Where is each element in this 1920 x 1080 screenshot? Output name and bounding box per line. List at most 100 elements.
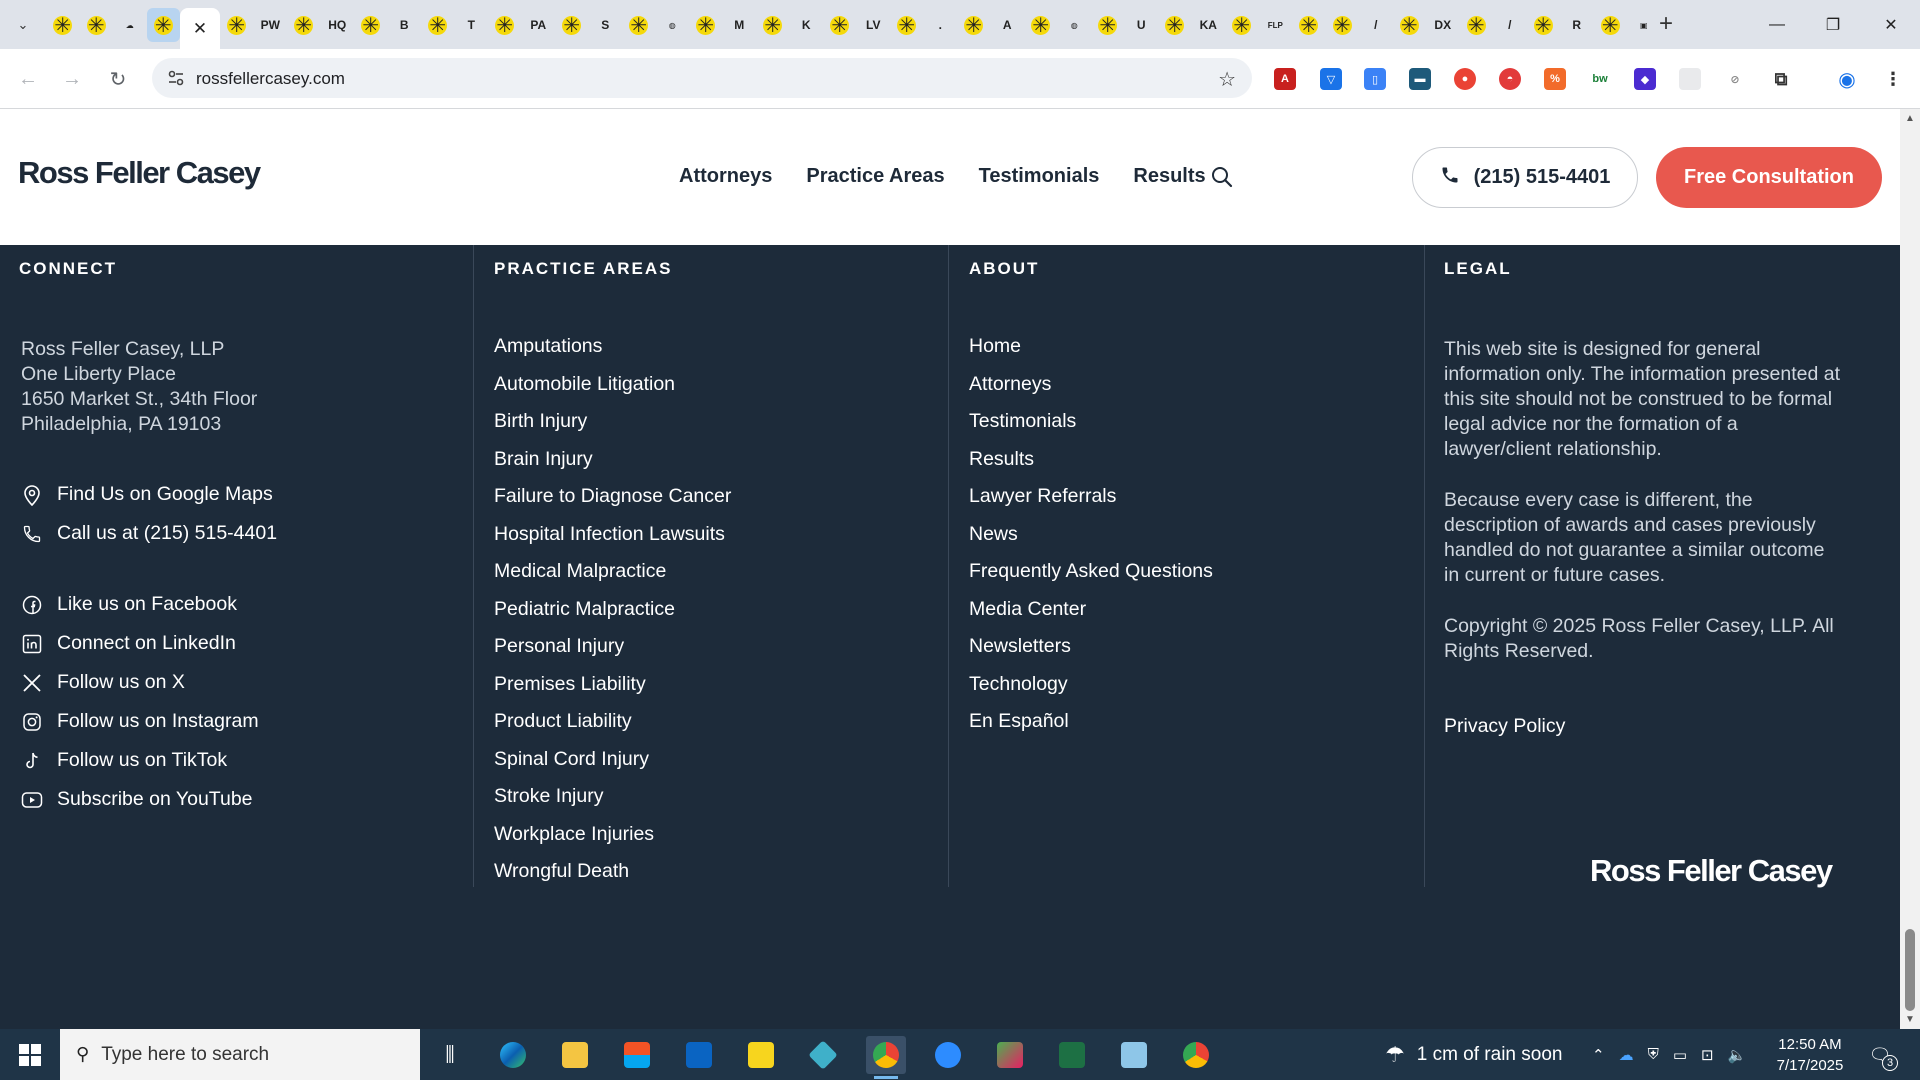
- browser-tab[interactable]: ✳: [488, 8, 522, 42]
- about-link[interactable]: Home: [969, 334, 1213, 372]
- practice-area-link[interactable]: Wrongful Death: [494, 859, 731, 897]
- microsoft-store-taskbar-icon[interactable]: [617, 1036, 657, 1074]
- practice-area-link[interactable]: Product Liability: [494, 709, 731, 747]
- browser-tab[interactable]: ✳: [1393, 8, 1427, 42]
- browser-tab[interactable]: A: [991, 8, 1025, 42]
- shield-extension-icon[interactable]: ▽: [1320, 68, 1342, 90]
- app-taskbar-icon[interactable]: [803, 1036, 843, 1074]
- tab-search-button[interactable]: ⌄: [10, 12, 36, 38]
- chevron-up-icon[interactable]: ⌃: [1592, 1046, 1605, 1064]
- task-view-button[interactable]: ⫼: [430, 1036, 470, 1074]
- browser-tab[interactable]: S: [589, 8, 623, 42]
- x-link[interactable]: Follow us on X: [21, 663, 259, 702]
- acrobat-extension-icon[interactable]: A: [1274, 68, 1296, 90]
- browser-tab[interactable]: ◍: [656, 8, 690, 42]
- about-link[interactable]: Results: [969, 447, 1213, 485]
- phone-button[interactable]: (215) 515-4401: [1412, 147, 1638, 208]
- scroll-thumb[interactable]: [1905, 929, 1915, 1011]
- browser-tab[interactable]: ◍: [1058, 8, 1092, 42]
- excel-taskbar-icon[interactable]: [1052, 1036, 1092, 1074]
- browser-tab[interactable]: ✳: [957, 8, 991, 42]
- about-link[interactable]: Newsletters: [969, 634, 1213, 672]
- browser-tab[interactable]: ✳: [220, 8, 254, 42]
- browser-tab[interactable]: ✳: [1225, 8, 1259, 42]
- browser-tab[interactable]: ✳: [1460, 8, 1494, 42]
- browser-tab[interactable]: ☁: [113, 8, 147, 42]
- browser-tab[interactable]: R: [1560, 8, 1594, 42]
- practice-area-link[interactable]: Pediatric Malpractice: [494, 597, 731, 635]
- browser-tab[interactable]: KA: [1192, 8, 1226, 42]
- browser-tab[interactable]: U: [1125, 8, 1159, 42]
- nav-practice-areas[interactable]: Practice Areas: [806, 165, 944, 188]
- scroll-down-arrow-icon[interactable]: ▼: [1900, 1014, 1920, 1025]
- url-text[interactable]: rossfellercasey.com: [196, 69, 345, 89]
- zoom-taskbar-icon[interactable]: [928, 1036, 968, 1074]
- minimize-button[interactable]: —: [1750, 0, 1804, 49]
- network-icon[interactable]: ⊡: [1701, 1046, 1714, 1064]
- browser-tab[interactable]: ✳: [146, 8, 180, 42]
- about-link[interactable]: Media Center: [969, 597, 1213, 635]
- about-link[interactable]: Frequently Asked Questions: [969, 559, 1213, 597]
- browser-tab[interactable]: ✳: [421, 8, 455, 42]
- tiktok-link[interactable]: Follow us on TikTok: [21, 741, 259, 780]
- browser-tab[interactable]: ✳: [80, 8, 114, 42]
- practice-area-link[interactable]: Workplace Injuries: [494, 822, 731, 860]
- diamond-extension-icon[interactable]: ◆: [1634, 68, 1656, 90]
- onedrive-cloud-icon[interactable]: ☁: [1619, 1046, 1634, 1064]
- taskbar-clock[interactable]: 12:50 AM 7/17/2025: [1775, 1034, 1845, 1076]
- color-picker-extension-icon[interactable]: ●: [1454, 68, 1476, 90]
- reload-button[interactable]: ↻: [104, 65, 132, 93]
- nav-testimonials[interactable]: Testimonials: [979, 165, 1100, 188]
- browser-tab[interactable]: HQ: [321, 8, 355, 42]
- search-icon[interactable]: [1210, 165, 1234, 189]
- browser-tab[interactable]: FLP: [1259, 8, 1293, 42]
- browser-tab[interactable]: B: [388, 8, 422, 42]
- browser-tab[interactable]: ✕: [180, 8, 220, 49]
- browser-tab[interactable]: PA: [522, 8, 556, 42]
- weather-widget[interactable]: ☂ 1 cm of rain soon: [1385, 1029, 1562, 1080]
- new-tab-button[interactable]: +: [1652, 10, 1680, 38]
- about-link[interactable]: Testimonials: [969, 409, 1213, 447]
- scroll-up-arrow-icon[interactable]: ▲: [1900, 113, 1920, 124]
- browser-tab[interactable]: K: [790, 8, 824, 42]
- practice-area-link[interactable]: Failure to Diagnose Cancer: [494, 484, 731, 522]
- battery-icon[interactable]: ▭: [1673, 1046, 1687, 1064]
- document-extension-icon[interactable]: ▯: [1364, 68, 1386, 90]
- about-link[interactable]: News: [969, 522, 1213, 560]
- about-link[interactable]: Lawyer Referrals: [969, 484, 1213, 522]
- pokeball-extension-icon[interactable]: ◓: [1499, 68, 1521, 90]
- about-link[interactable]: Technology: [969, 672, 1213, 710]
- browser-tab[interactable]: ✳: [756, 8, 790, 42]
- file-explorer-taskbar-icon[interactable]: [555, 1036, 595, 1074]
- about-link[interactable]: En Español: [969, 709, 1213, 747]
- close-window-button[interactable]: ✕: [1864, 0, 1918, 49]
- privacy-policy-link[interactable]: Privacy Policy: [1444, 715, 1565, 738]
- pen-app-taskbar-icon[interactable]: [990, 1036, 1030, 1074]
- practice-area-link[interactable]: Personal Injury: [494, 634, 731, 672]
- puzzle-extensions-icon[interactable]: ⧉: [1770, 68, 1792, 90]
- edge-taskbar-icon[interactable]: [493, 1036, 533, 1074]
- linkedin-link[interactable]: Connect on LinkedIn: [21, 624, 259, 663]
- browser-tab[interactable]: ✳: [1091, 8, 1125, 42]
- browser-tab[interactable]: ✳: [287, 8, 321, 42]
- bookmark-star-icon[interactable]: ☆: [1218, 67, 1236, 92]
- restore-button[interactable]: ❐: [1806, 0, 1860, 49]
- youtube-link[interactable]: Subscribe on YouTube: [21, 780, 259, 819]
- mail-taskbar-icon[interactable]: [679, 1036, 719, 1074]
- browser-tab[interactable]: /: [1359, 8, 1393, 42]
- folder-extension-icon[interactable]: ▬: [1409, 68, 1431, 90]
- practice-area-link[interactable]: Amputations: [494, 334, 731, 372]
- practice-area-link[interactable]: Birth Injury: [494, 409, 731, 447]
- free-consultation-button[interactable]: Free Consultation: [1656, 147, 1882, 208]
- chrome-taskbar-icon[interactable]: [866, 1036, 906, 1079]
- browser-tab[interactable]: LV: [857, 8, 891, 42]
- nav-attorneys[interactable]: Attorneys: [679, 165, 772, 188]
- kebab-menu-icon[interactable]: ⋮: [1882, 68, 1904, 90]
- browser-tab[interactable]: ✳: [890, 8, 924, 42]
- browser-tab[interactable]: M: [723, 8, 757, 42]
- taskbar-search-box[interactable]: ⚲ Type here to search: [60, 1029, 420, 1080]
- volume-icon[interactable]: 🔈: [1728, 1046, 1747, 1064]
- practice-area-link[interactable]: Brain Injury: [494, 447, 731, 485]
- browser-tab[interactable]: ✳: [823, 8, 857, 42]
- browser-tab[interactable]: PW: [254, 8, 288, 42]
